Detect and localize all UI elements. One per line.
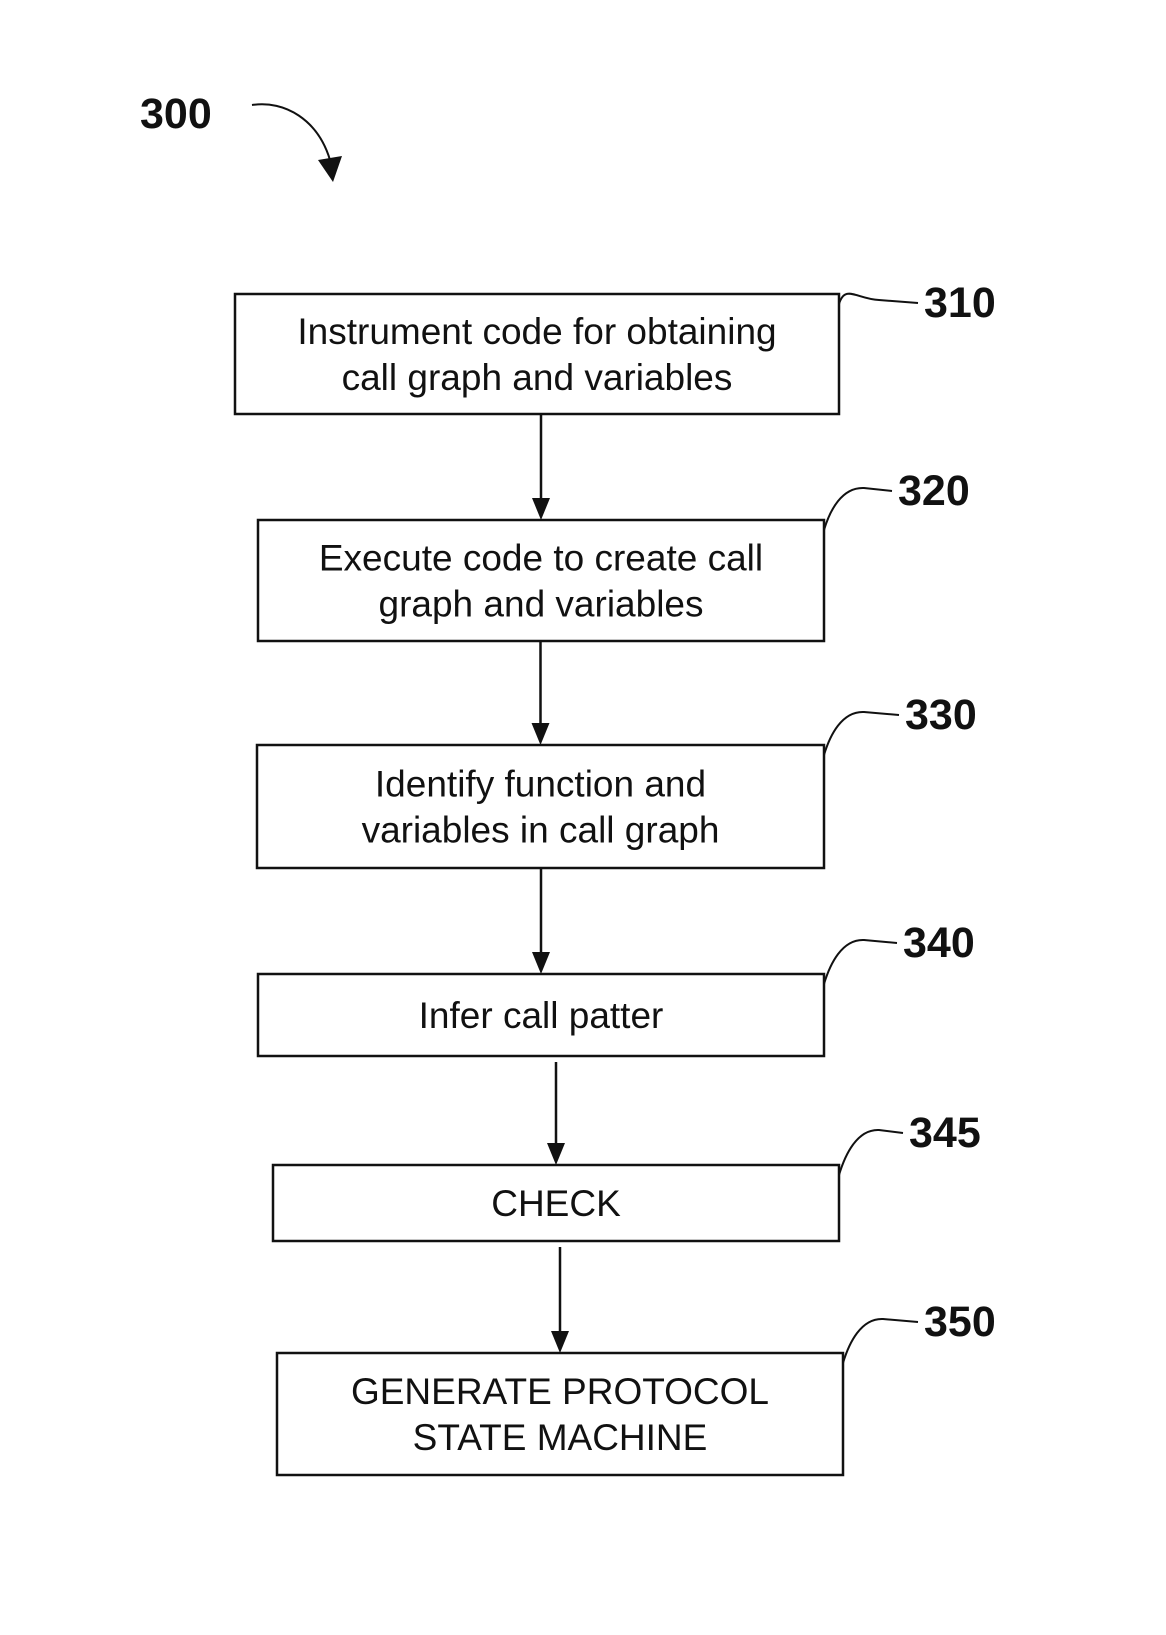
step-text-line: GENERATE PROTOCOL bbox=[351, 1371, 769, 1412]
step-text-line: STATE MACHINE bbox=[413, 1417, 708, 1458]
ref-label-350: 350 bbox=[924, 1298, 996, 1346]
step-text-line: call graph and variables bbox=[342, 357, 733, 398]
step-text-line: Execute code to create call bbox=[319, 538, 763, 579]
step-350: GENERATE PROTOCOL STATE MACHINE 350 bbox=[275, 1298, 996, 1477]
arrowhead-icon bbox=[531, 723, 550, 745]
steps-layer: Instrument code for obtaining call graph … bbox=[233, 279, 996, 1477]
step-345: CHECK 345 bbox=[271, 1109, 981, 1243]
ref-leader-line-340 bbox=[823, 938, 898, 985]
arrowhead-icon bbox=[551, 1331, 569, 1353]
arrowhead-icon bbox=[532, 498, 550, 520]
ref-label-340: 340 bbox=[903, 919, 975, 967]
ref-leader-line-350 bbox=[842, 1317, 919, 1364]
ref-label-310: 310 bbox=[924, 279, 996, 327]
step-text-line: variables in call graph bbox=[362, 810, 720, 851]
figure-ref-arrow-curve bbox=[251, 103, 331, 161]
ref-label-320: 320 bbox=[898, 467, 970, 515]
arrowhead-icon bbox=[547, 1143, 565, 1165]
step-340: Infer call patter 340 bbox=[256, 919, 975, 1058]
ref-leader-line-345 bbox=[838, 1128, 904, 1176]
ref-leader-line-310 bbox=[838, 292, 919, 305]
ref-leader-line-330 bbox=[823, 710, 900, 756]
ref-label-345: 345 bbox=[909, 1109, 981, 1157]
flowchart-300: 300 Instrument code for obtaining call gr… bbox=[140, 90, 996, 1477]
step-text-line: Instrument code for obtaining bbox=[297, 311, 776, 352]
step-330: Identify function and variables in call g… bbox=[255, 691, 977, 870]
figure-ref-label: 300 bbox=[140, 90, 212, 138]
step-320: Execute code to create call graph and var… bbox=[256, 467, 970, 643]
arrowhead-icon bbox=[532, 952, 550, 974]
step-text-line: CHECK bbox=[491, 1183, 621, 1224]
step-text-line: graph and variables bbox=[379, 584, 704, 625]
ref-leader-line-320 bbox=[823, 486, 893, 531]
step-310: Instrument code for obtaining call graph … bbox=[233, 279, 996, 416]
figure-ref-arrowhead-icon bbox=[318, 156, 342, 182]
ref-label-330: 330 bbox=[905, 691, 977, 739]
step-text-line: Identify function and bbox=[375, 764, 706, 805]
step-text-line: Infer call patter bbox=[419, 995, 664, 1036]
